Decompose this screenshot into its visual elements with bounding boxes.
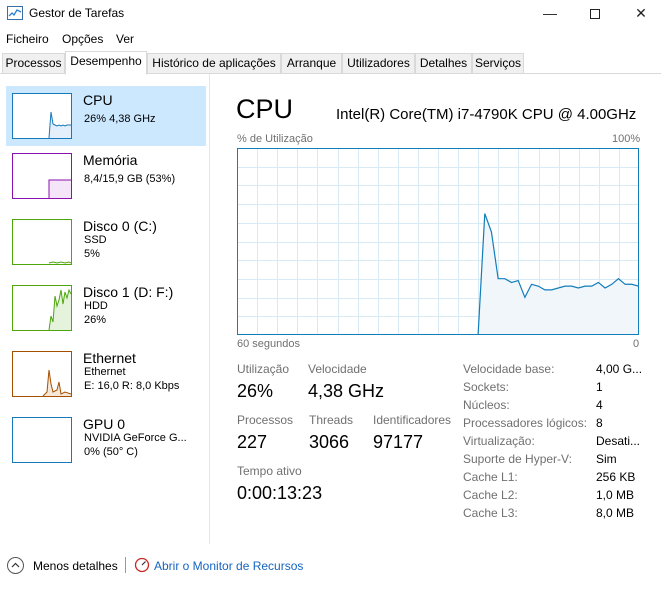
- detail-value: 1: [596, 380, 603, 394]
- menu-view[interactable]: Ver: [116, 32, 134, 46]
- uptime-value: 0:00:13:23: [237, 483, 323, 503]
- resource-type: Ethernet: [84, 366, 126, 378]
- resource-gpu[interactable]: GPU 0 NVIDIA GeForce G... 0% (50° C): [6, 410, 206, 470]
- resource-detail: 8,4/15,9 GB (53%): [84, 173, 176, 185]
- detail-label: Velocidade base:: [463, 362, 555, 376]
- utilization-value: 26%: [237, 381, 274, 401]
- resource-name: CPU: [83, 92, 113, 108]
- tab-processes[interactable]: Processos: [2, 53, 65, 74]
- resource-name: Disco 1 (D: F:): [83, 284, 174, 300]
- resource-name: Memória: [83, 152, 138, 168]
- ethernet-thumbnail-graph: [12, 351, 72, 397]
- detail-value: 4,00 G...: [596, 362, 643, 376]
- resource-throughput: E: 16,0 R: 8,0 Kbps: [84, 380, 180, 392]
- tab-details[interactable]: Detalhes: [415, 53, 472, 74]
- detail-value: 256 KB: [596, 470, 636, 484]
- detail-label: Sockets:: [463, 380, 510, 394]
- menu-file[interactable]: Ficheiro: [6, 32, 49, 46]
- menu-options[interactable]: Opções: [62, 32, 103, 46]
- disk0-thumbnail-graph: [12, 219, 72, 265]
- resource-name: Disco 0 (C:): [83, 218, 157, 234]
- detail-label: Processadores lógicos:: [463, 416, 588, 430]
- detail-value: Sim: [596, 452, 617, 466]
- resource-cpu[interactable]: CPU 26% 4,38 GHz: [6, 86, 206, 146]
- tab-startup[interactable]: Arranque: [281, 53, 342, 74]
- maximize-button[interactable]: [572, 0, 618, 29]
- detail-value: 4: [596, 398, 603, 412]
- disk1-thumbnail-graph: [12, 285, 72, 331]
- disk0-mini-graph: [48, 261, 72, 264]
- close-button[interactable]: ✕: [618, 0, 661, 29]
- tab-performance[interactable]: Desempenho: [65, 51, 147, 75]
- chevron-up-icon[interactable]: [7, 557, 24, 574]
- resource-type: HDD: [84, 300, 108, 312]
- utilization-label: Utilização: [237, 362, 290, 376]
- detail-value: Desati...: [596, 434, 641, 448]
- resource-usage: 0% (50° C): [84, 446, 138, 458]
- handles-value: 97177: [373, 432, 424, 452]
- cpu-usage-chart: [237, 148, 639, 335]
- task-manager-icon: [7, 6, 23, 20]
- tab-services[interactable]: Serviços: [472, 53, 524, 74]
- open-resource-monitor-link[interactable]: Abrir o Monitor de Recursos: [154, 559, 303, 573]
- resource-memory[interactable]: Memória 8,4/15,9 GB (53%): [6, 146, 206, 206]
- maximize-icon: [590, 9, 600, 19]
- ethernet-mini-graph: [42, 369, 72, 397]
- menu-bar: Ficheiro Opções Ver: [0, 29, 661, 49]
- detail-label: Núcleos:: [463, 398, 510, 412]
- uptime-label: Tempo ativo: [237, 464, 302, 478]
- graph-y-label: % de Utilização: [237, 133, 313, 145]
- window-title: Gestor de Tarefas: [29, 6, 125, 20]
- separator: [125, 557, 126, 573]
- gpu-thumbnail-graph: [12, 417, 72, 463]
- page-title: CPU: [236, 94, 294, 124]
- resource-disk-1[interactable]: Disco 1 (D: F:) HDD 26%: [6, 278, 206, 338]
- detail-label: Suporte de Hyper-V:: [463, 452, 572, 466]
- resource-usage: 5%: [84, 248, 100, 260]
- resource-name: GPU 0: [83, 416, 126, 432]
- detail-label: Cache L2:: [463, 488, 518, 502]
- cpu-mini-graph: [48, 111, 71, 139]
- detail-label: Cache L3:: [463, 506, 518, 520]
- resource-usage: 26%: [84, 314, 107, 326]
- graph-min-label: 0: [633, 338, 640, 350]
- resource-list: CPU 26% 4,38 GHz Memória 8,4/15,9 GB (53…: [0, 74, 210, 544]
- resource-ethernet[interactable]: Ethernet Ethernet E: 16,0 R: 8,0 Kbps: [6, 344, 206, 404]
- title-bar: Gestor de Tarefas — ✕: [0, 0, 661, 29]
- speed-value: 4,38 GHz: [308, 381, 385, 401]
- detail-label: Cache L1:: [463, 470, 518, 484]
- disk1-mini-graph: [48, 288, 72, 331]
- threads-label: Threads: [309, 413, 354, 427]
- resource-disk-0[interactable]: Disco 0 (C:) SSD 5%: [6, 212, 206, 272]
- speed-label: Velocidade: [308, 362, 367, 376]
- cpu-thumbnail-graph: [12, 93, 72, 139]
- memory-mini-graph: [48, 179, 71, 198]
- processes-value: 227: [237, 432, 268, 452]
- fewer-details-button[interactable]: Menos detalhes: [33, 559, 118, 573]
- detail-value: 8: [596, 416, 603, 430]
- detail-value: 8,0 MB: [596, 506, 635, 520]
- graph-x-label: 60 segundos: [237, 338, 300, 350]
- graph-max-label: 100%: [612, 133, 641, 145]
- resource-model: NVIDIA GeForce G...: [84, 432, 187, 444]
- minimize-button[interactable]: —: [527, 0, 573, 29]
- resource-name: Ethernet: [83, 350, 136, 366]
- resource-monitor-icon[interactable]: [134, 557, 150, 573]
- bottom-bar: Menos detalhes Abrir o Monitor de Recurs…: [0, 549, 661, 589]
- tab-app-history[interactable]: Histórico de aplicações: [147, 53, 281, 74]
- handles-label: Identificadores: [373, 413, 452, 427]
- threads-value: 3066: [309, 432, 350, 452]
- tab-bar: Processos Desempenho Histórico de aplica…: [0, 51, 661, 75]
- memory-thumbnail-graph: [12, 153, 72, 199]
- processes-label: Processos: [237, 413, 294, 427]
- tab-users[interactable]: Utilizadores: [342, 53, 415, 74]
- resource-detail: 26% 4,38 GHz: [84, 113, 156, 125]
- detail-value: 1,0 MB: [596, 488, 635, 502]
- resource-type: SSD: [84, 234, 107, 246]
- detail-label: Virtualização:: [463, 434, 535, 448]
- processor-name: Intel(R) Core(TM) i7-4790K CPU @ 4.00GHz: [336, 106, 637, 123]
